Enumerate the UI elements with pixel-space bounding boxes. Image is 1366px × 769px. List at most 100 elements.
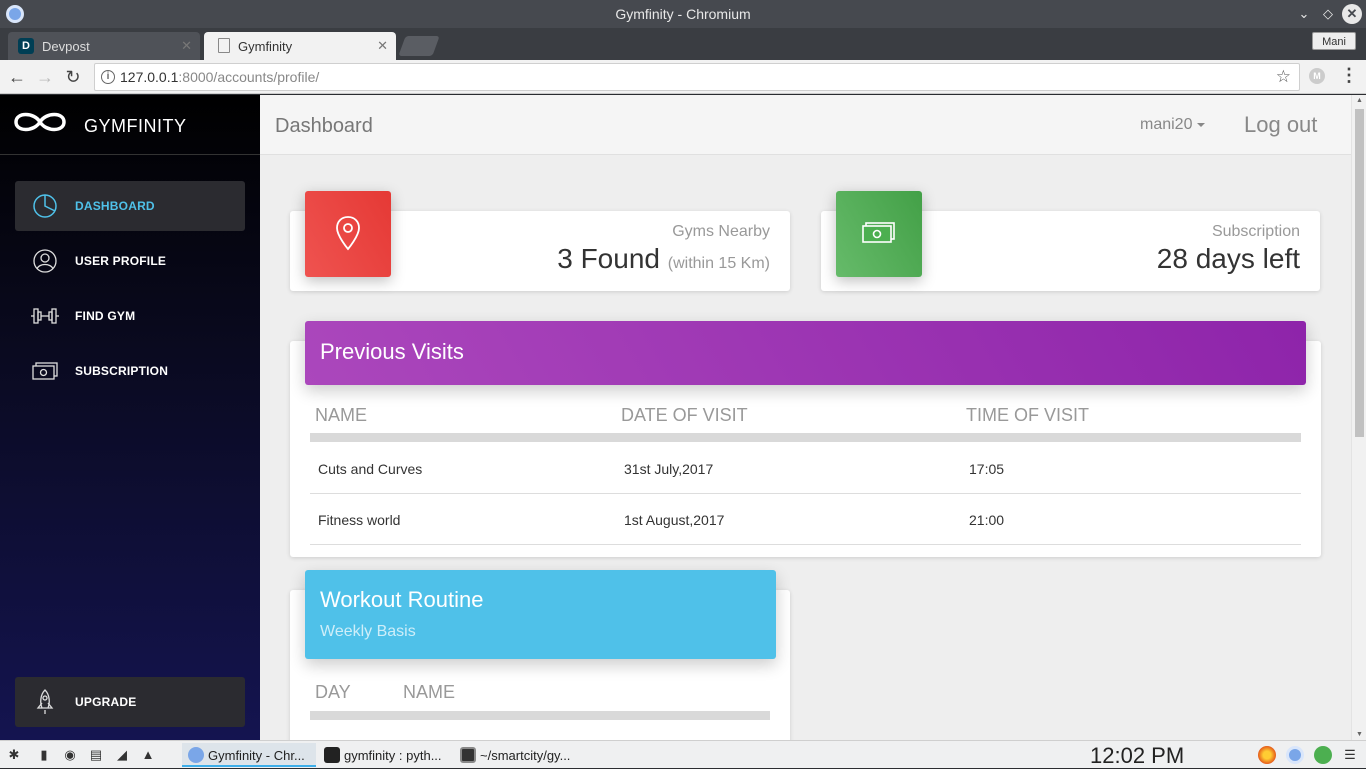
- browser-toolbar: ← → ↻ i 127.0.0.1:8000/accounts/profile/…: [0, 60, 1366, 94]
- window-titlebar: Gymfinity - Chromium ⌄ ◇ ✕: [0, 0, 1366, 28]
- workout-routine-card: Workout Routine Weekly Basis DAY NAME: [290, 570, 790, 740]
- subscription-label: Subscription: [1211, 223, 1300, 240]
- upgrade-label: UPGRADE: [75, 695, 137, 709]
- gyms-nearby-card: Gyms Nearby 3 Found (within 15 Km): [290, 191, 790, 291]
- task-label: ~/smartcity/gy...: [480, 748, 571, 763]
- extension-icon[interactable]: M: [1309, 68, 1325, 84]
- sidebar-item-label: SUBSCRIPTION: [75, 364, 169, 378]
- tab-strip: D Devpost ✕ Gymfinity ✕ Mani: [0, 28, 1366, 60]
- column-header-name: NAME: [315, 405, 368, 425]
- sidebar-item-label: USER PROFILE: [75, 254, 167, 268]
- maximize-icon[interactable]: ◇: [1318, 4, 1338, 24]
- money-icon: [862, 222, 895, 243]
- tab-devpost[interactable]: D Devpost ✕: [8, 32, 200, 60]
- visit-time-cell: 21:00: [969, 512, 1005, 528]
- page-favicon-icon: [218, 38, 230, 53]
- volume-icon[interactable]: ◢: [114, 747, 130, 763]
- bookmark-star-icon[interactable]: ☆: [1276, 67, 1291, 87]
- chromium-launcher-icon[interactable]: [1286, 746, 1304, 764]
- reload-icon[interactable]: ↻: [62, 66, 84, 88]
- gyms-icon-box: [305, 191, 391, 277]
- app-launcher-icon[interactable]: ✱: [6, 747, 22, 763]
- close-tab-icon[interactable]: ✕: [377, 38, 388, 54]
- address-bar[interactable]: i 127.0.0.1:8000/accounts/profile/ ☆: [94, 63, 1300, 91]
- menu-icon[interactable]: ⋮: [1340, 65, 1358, 86]
- visit-date-cell: 1st August,2017: [624, 512, 725, 528]
- url-text: 127.0.0.1:8000/accounts/profile/: [120, 69, 320, 85]
- page-scrollbar[interactable]: ▲ ▼: [1351, 95, 1366, 740]
- visit-name-cell: Cuts and Curves: [318, 461, 423, 477]
- infinity-logo-icon: [14, 112, 66, 132]
- konsole-icon: [460, 747, 476, 763]
- column-header-name: NAME: [403, 682, 456, 702]
- upgrade-button[interactable]: UPGRADE: [15, 677, 245, 727]
- sidebar-item-find-gym[interactable]: FIND GYM: [15, 291, 245, 341]
- back-icon[interactable]: ←: [6, 66, 28, 88]
- sidebar-item-label: FIND GYM: [75, 309, 136, 323]
- table-header-divider: [310, 433, 1301, 442]
- logout-link[interactable]: Log out: [1244, 112, 1317, 138]
- close-window-icon[interactable]: ✕: [1342, 4, 1362, 24]
- wifi-icon[interactable]: ◉: [62, 747, 78, 763]
- chromium-icon: [188, 747, 204, 763]
- previous-visits-header: Previous Visits: [305, 321, 1306, 385]
- firefox-icon[interactable]: [1258, 746, 1276, 764]
- row-divider: [310, 544, 1301, 545]
- table-header-divider: [310, 711, 770, 720]
- brand[interactable]: GYMFINITY: [0, 95, 260, 155]
- profile-badge[interactable]: Mani: [1312, 32, 1356, 50]
- top-navbar: Dashboard mani20 Log out: [260, 95, 1351, 155]
- column-header-time: TIME OF VISIT: [966, 405, 1090, 425]
- expand-tray-icon[interactable]: ▲: [140, 747, 156, 763]
- os-taskbar: ✱ ▮ ◉ ▤ ◢ ▲ Gymfinity - Chr... gymfinity…: [0, 740, 1366, 768]
- previous-visits-card: Previous Visits NAME DATE OF VISIT TIME …: [290, 321, 1321, 557]
- user-dropdown[interactable]: mani20: [1140, 116, 1206, 134]
- rocket-icon: [36, 689, 54, 714]
- scrollbar-thumb[interactable]: [1355, 109, 1364, 437]
- close-tab-icon[interactable]: ✕: [181, 38, 192, 54]
- username: mani20: [1140, 116, 1193, 133]
- clipboard-icon[interactable]: ▤: [88, 747, 104, 763]
- menu-icon[interactable]: ☰: [1342, 747, 1358, 763]
- forward-icon[interactable]: →: [34, 66, 56, 88]
- usb-icon[interactable]: ▮: [36, 747, 52, 763]
- tab-label: Gymfinity: [238, 39, 293, 54]
- sidebar-item-user-profile[interactable]: USER PROFILE: [15, 236, 245, 286]
- sidebar: GYMFINITY DASHBOARD USER PROFILE FIND GY…: [0, 95, 260, 740]
- workout-routine-subtitle: Weekly Basis: [320, 623, 416, 640]
- task-gymfinity-browser[interactable]: Gymfinity - Chr...: [182, 743, 316, 767]
- sidebar-item-label: DASHBOARD: [75, 199, 155, 213]
- previous-visits-title: Previous Visits: [320, 339, 464, 364]
- scroll-up-icon[interactable]: ▲: [1355, 97, 1364, 104]
- page-title: Dashboard: [275, 115, 373, 137]
- window-title: Gymfinity - Chromium: [615, 6, 751, 22]
- task-label: Gymfinity - Chr...: [208, 748, 305, 763]
- workout-routine-header: Workout Routine Weekly Basis: [305, 570, 776, 659]
- map-pin-icon: [336, 216, 360, 251]
- gyms-nearby-label: Gyms Nearby: [672, 223, 770, 240]
- app-icon[interactable]: [1314, 746, 1332, 764]
- visit-name-cell: Fitness world: [318, 512, 401, 528]
- sidebar-item-dashboard[interactable]: DASHBOARD: [15, 181, 245, 231]
- subscription-value: 28 days left: [1156, 243, 1300, 274]
- task-terminal[interactable]: ~/smartcity/gy...: [454, 743, 588, 767]
- info-icon[interactable]: i: [101, 70, 115, 84]
- brand-name: GYMFINITY: [84, 116, 187, 136]
- visit-time-cell: 17:05: [969, 461, 1005, 477]
- minimize-icon[interactable]: ⌄: [1294, 4, 1314, 24]
- column-header-day: DAY: [315, 682, 351, 702]
- terminal-icon: [324, 747, 340, 763]
- user-icon: [33, 249, 57, 273]
- new-tab-button[interactable]: [398, 36, 440, 56]
- devpost-favicon-icon: D: [18, 38, 34, 54]
- clock[interactable]: 12:02 PM: [1090, 743, 1184, 769]
- sidebar-item-subscription[interactable]: SUBSCRIPTION: [15, 346, 245, 396]
- dumbbell-icon: [31, 308, 59, 324]
- page-viewport: GYMFINITY DASHBOARD USER PROFILE FIND GY…: [0, 95, 1366, 740]
- task-pycharm[interactable]: gymfinity : pyth...: [318, 743, 452, 767]
- column-header-date: DATE OF VISIT: [621, 405, 748, 425]
- gyms-nearby-value: 3 Found (within 15 Km): [557, 243, 770, 274]
- scroll-down-icon[interactable]: ▼: [1355, 731, 1364, 738]
- pie-chart-icon: [33, 194, 57, 218]
- tab-gymfinity[interactable]: Gymfinity ✕: [204, 32, 396, 60]
